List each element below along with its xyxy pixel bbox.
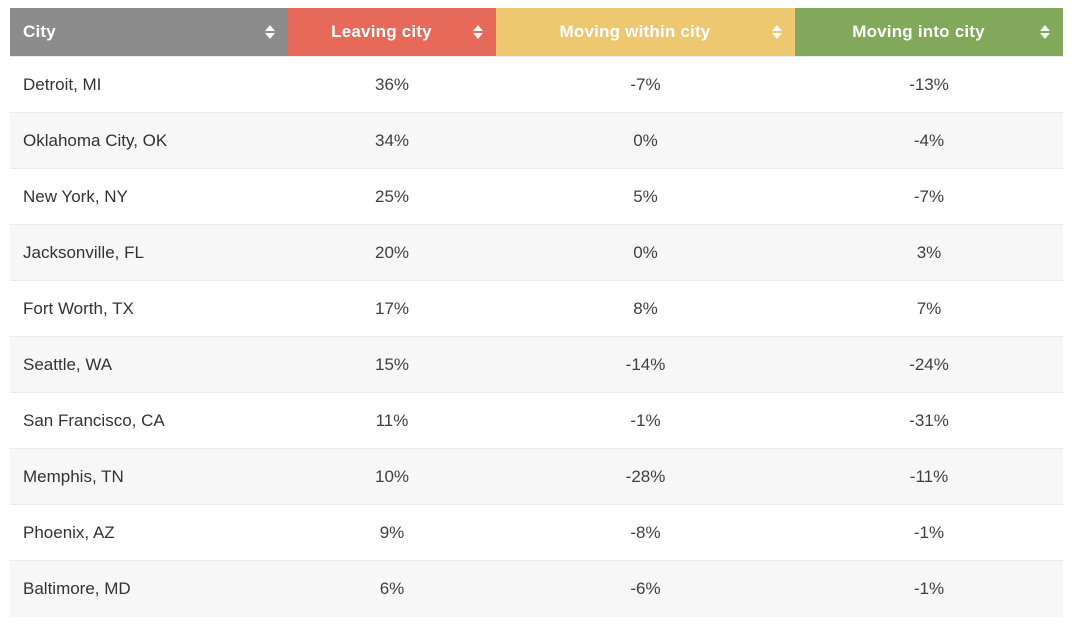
table-row[interactable]: Phoenix, AZ 9% -8% -1% (10, 504, 1063, 561)
moving-trends-table-container: City Leaving city Moving within city Mov… (0, 0, 1080, 625)
cell-moving-within-city: -7% (496, 56, 795, 113)
table-row[interactable]: San Francisco, CA 11% -1% -31% (10, 392, 1063, 449)
cell-moving-into-city: -13% (795, 56, 1063, 113)
cell-leaving-city: 10% (288, 448, 496, 505)
cell-leaving-city: 6% (288, 560, 496, 617)
column-header-leaving-city[interactable]: Leaving city (288, 8, 496, 57)
table-header: City Leaving city Moving within city Mov… (10, 8, 1063, 57)
cell-moving-into-city: -31% (795, 392, 1063, 449)
cell-city: Phoenix, AZ (10, 504, 288, 561)
cell-city: Baltimore, MD (10, 560, 288, 617)
table-row[interactable]: Memphis, TN 10% -28% -11% (10, 448, 1063, 505)
cell-moving-into-city: -4% (795, 112, 1063, 169)
sort-updown-icon[interactable] (771, 23, 782, 41)
table-row[interactable]: Oklahoma City, OK 34% 0% -4% (10, 112, 1063, 169)
cell-moving-within-city: 8% (496, 280, 795, 337)
cell-moving-within-city: 0% (496, 112, 795, 169)
cell-moving-into-city: -1% (795, 560, 1063, 617)
cell-moving-within-city: -6% (496, 560, 795, 617)
cell-city: New York, NY (10, 168, 288, 225)
table-row[interactable]: Jacksonville, FL 20% 0% 3% (10, 224, 1063, 281)
sort-updown-icon[interactable] (264, 23, 275, 41)
table-row[interactable]: New York, NY 25% 5% -7% (10, 168, 1063, 225)
column-header-moving-into-city[interactable]: Moving into city (795, 8, 1063, 57)
column-header-city-label: City (23, 22, 56, 41)
cell-city: Memphis, TN (10, 448, 288, 505)
cell-moving-into-city: -24% (795, 336, 1063, 393)
cell-leaving-city: 20% (288, 224, 496, 281)
cell-leaving-city: 11% (288, 392, 496, 449)
cell-city: Oklahoma City, OK (10, 112, 288, 169)
cell-moving-into-city: -1% (795, 504, 1063, 561)
table-row[interactable]: Seattle, WA 15% -14% -24% (10, 336, 1063, 393)
moving-trends-table: City Leaving city Moving within city Mov… (10, 8, 1063, 617)
cell-moving-within-city: -14% (496, 336, 795, 393)
cell-moving-into-city: -11% (795, 448, 1063, 505)
cell-moving-within-city: -8% (496, 504, 795, 561)
cell-moving-into-city: 7% (795, 280, 1063, 337)
cell-city: San Francisco, CA (10, 392, 288, 449)
cell-city: Fort Worth, TX (10, 280, 288, 337)
table-body: Detroit, MI 36% -7% -13% Oklahoma City, … (10, 56, 1063, 617)
column-header-leaving-city-label: Leaving city (331, 22, 432, 41)
cell-city: Seattle, WA (10, 336, 288, 393)
cell-city: Jacksonville, FL (10, 224, 288, 281)
cell-moving-within-city: 5% (496, 168, 795, 225)
column-header-moving-within-city[interactable]: Moving within city (496, 8, 795, 57)
column-header-city[interactable]: City (10, 8, 288, 57)
sort-updown-icon[interactable] (472, 23, 483, 41)
cell-leaving-city: 25% (288, 168, 496, 225)
cell-leaving-city: 34% (288, 112, 496, 169)
cell-city: Detroit, MI (10, 56, 288, 113)
column-header-moving-within-city-label: Moving within city (559, 22, 711, 41)
cell-leaving-city: 17% (288, 280, 496, 337)
column-header-moving-into-city-label: Moving into city (852, 22, 985, 41)
table-row[interactable]: Baltimore, MD 6% -6% -1% (10, 560, 1063, 617)
cell-leaving-city: 9% (288, 504, 496, 561)
cell-leaving-city: 15% (288, 336, 496, 393)
cell-moving-within-city: -28% (496, 448, 795, 505)
table-row[interactable]: Fort Worth, TX 17% 8% 7% (10, 280, 1063, 337)
cell-moving-into-city: -7% (795, 168, 1063, 225)
cell-moving-within-city: 0% (496, 224, 795, 281)
table-row[interactable]: Detroit, MI 36% -7% -13% (10, 56, 1063, 113)
table-header-row: City Leaving city Moving within city Mov… (10, 8, 1063, 57)
cell-moving-into-city: 3% (795, 224, 1063, 281)
cell-moving-within-city: -1% (496, 392, 795, 449)
cell-leaving-city: 36% (288, 56, 496, 113)
sort-updown-icon[interactable] (1039, 23, 1050, 41)
